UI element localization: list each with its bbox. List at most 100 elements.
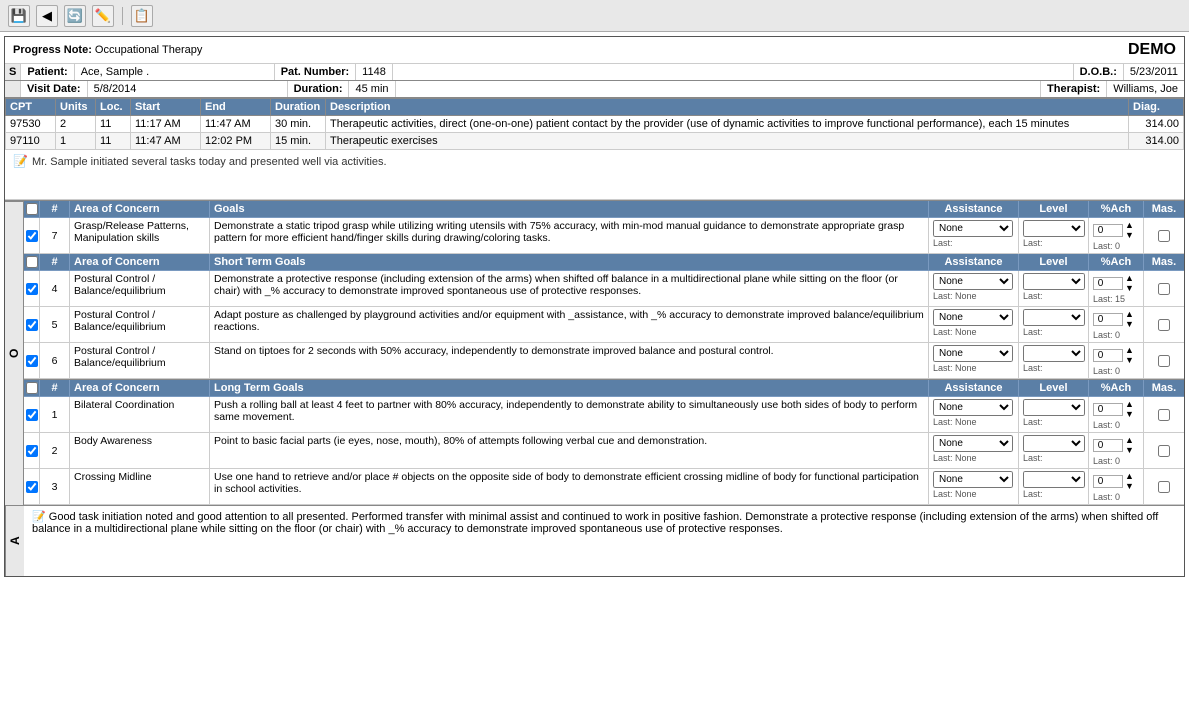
stg0-pct-down[interactable]: ▼ [1124, 283, 1135, 293]
ltg20-pct-input[interactable] [1093, 403, 1123, 416]
stg2-check[interactable] [24, 343, 40, 378]
stg1-checkbox[interactable] [26, 319, 38, 331]
stg2-goal: Stand on tiptoes for 2 seconds with 50% … [210, 343, 929, 378]
stg2-pct-down[interactable]: ▼ [1124, 355, 1135, 365]
col-cpt: CPT [6, 99, 56, 116]
stg1-pct-last: Last: 0 [1093, 330, 1139, 340]
ltg21-num: 2 [40, 433, 70, 468]
ltg21-assistance-select[interactable]: NoneMinModMaxTotal [933, 435, 1013, 452]
ltg21-level-last: Last: [1023, 453, 1084, 463]
ltg2-header-checkbox[interactable] [26, 382, 38, 394]
ltg21-pct-input[interactable] [1093, 439, 1123, 452]
stg-mas: Mas. [1144, 254, 1184, 270]
ltg7-level-select[interactable]: 123 [1023, 220, 1085, 237]
ltg7-pct-down[interactable]: ▼ [1124, 230, 1135, 240]
stg1-pct-up[interactable]: ▲ [1124, 309, 1135, 319]
ltg7-pct-input[interactable] [1093, 224, 1123, 237]
patient-info-row2: Visit Date: 5/8/2014 Duration: 45 min Th… [5, 81, 1184, 98]
ltg21-pct-up[interactable]: ▲ [1124, 435, 1135, 445]
stg2-num: 6 [40, 343, 70, 378]
stg0-pct-up[interactable]: ▲ [1124, 273, 1135, 283]
gh-area: Area of Concern [70, 201, 210, 217]
ltg-header-check[interactable] [26, 203, 38, 215]
stg0-checkbox[interactable] [26, 283, 38, 295]
stg1-level-last: Last: [1023, 327, 1084, 337]
stg2-pct-input[interactable] [1093, 349, 1123, 362]
stg2-level-select[interactable]: 12345 [1023, 345, 1085, 362]
stg-header-checkbox[interactable] [26, 256, 38, 268]
stg1-check[interactable] [24, 307, 40, 342]
ltg22-pct-input[interactable] [1093, 475, 1123, 488]
ltg7-goal: Demonstrate a static tripod grasp while … [210, 218, 929, 253]
col-diag: Diag. [1129, 99, 1184, 116]
stg-rows: 4Postural Control / Balance/equilibriumD… [24, 271, 1184, 379]
ltg20-checkbox[interactable] [26, 409, 38, 421]
stg1-pct-down[interactable]: ▼ [1124, 319, 1135, 329]
ltg22-level-last: Last: [1023, 489, 1084, 499]
ltg22-mas-checkbox[interactable] [1158, 481, 1170, 493]
edit-button[interactable]: ✏️ [92, 5, 114, 27]
stg1-assistance: NoneMinModMaxTotalLast: None [929, 307, 1019, 342]
stg0-pct: ▲▼Last: 15 [1089, 271, 1144, 306]
ltg7-pct-up[interactable]: ▲ [1124, 220, 1135, 230]
stg2-area: Postural Control / Balance/equilibrium [70, 343, 210, 378]
stg1-level-select[interactable]: 12345 [1023, 309, 1085, 326]
ltg7-pct: ▲ ▼ Last: 0 [1089, 218, 1144, 253]
ltg20-check[interactable] [24, 397, 40, 432]
cpt-description-0: Therapeutic activities, direct (one-on-o… [326, 116, 1129, 133]
stg0-assistance-select[interactable]: NoneMinModMaxTotal [933, 273, 1013, 290]
ltg20-mas-checkbox[interactable] [1158, 409, 1170, 421]
back-button[interactable]: ◀ [36, 5, 58, 27]
stg2-checkbox[interactable] [26, 355, 38, 367]
ltg7-pct-last: Last: 0 [1093, 241, 1139, 251]
stg0-level-select[interactable]: 12345 [1023, 273, 1085, 290]
ltg22-pct-down[interactable]: ▼ [1124, 481, 1135, 491]
ltg21-checkbox[interactable] [26, 445, 38, 457]
cpt-duration-0: 30 min. [271, 116, 326, 133]
ltg22-check[interactable] [24, 469, 40, 504]
ltg21-mas-checkbox[interactable] [1158, 445, 1170, 457]
goals-content: # Area of Concern Goals Assistance Level… [24, 201, 1184, 505]
ltg20-area: Bilateral Coordination [70, 397, 210, 432]
ltg2-row-2: 3Crossing MidlineUse one hand to retriev… [24, 469, 1184, 505]
ltg20-level-select[interactable]: 12345 [1023, 399, 1085, 416]
stg1-pct-input[interactable] [1093, 313, 1123, 326]
cpt-cpt-1: 97110 [6, 133, 56, 150]
demo-label: DEMO [1128, 41, 1176, 59]
ltg7-checkbox[interactable] [26, 230, 38, 242]
stg1-assistance-select[interactable]: NoneMinModMaxTotal [933, 309, 1013, 326]
ltg21-level-select[interactable]: 12345 [1023, 435, 1085, 452]
ltg22-level-select[interactable]: 12345 [1023, 471, 1085, 488]
stg2-assistance-select[interactable]: NoneMinModMaxTotal [933, 345, 1013, 362]
stg0-check[interactable] [24, 271, 40, 306]
col-end: End [201, 99, 271, 116]
stg2-mas-checkbox[interactable] [1158, 355, 1170, 367]
ltg21-level: 12345Last: [1019, 433, 1089, 468]
ltg20-pct-up[interactable]: ▲ [1124, 399, 1135, 409]
col-duration: Duration [271, 99, 326, 116]
refresh-button[interactable]: 🔄 [64, 5, 86, 27]
ltg22-checkbox[interactable] [26, 481, 38, 493]
stg1-mas-checkbox[interactable] [1158, 319, 1170, 331]
ltg7-mas-checkbox[interactable] [1158, 230, 1170, 242]
save-button[interactable]: 💾 [8, 5, 30, 27]
ltg22-num: 3 [40, 469, 70, 504]
ltg22-pct-up[interactable]: ▲ [1124, 471, 1135, 481]
ltg7-check[interactable] [24, 218, 40, 253]
stg1-num: 5 [40, 307, 70, 342]
ltg20-assistance-select[interactable]: NoneMinModMaxTotal [933, 399, 1013, 416]
ltg21-pct-down[interactable]: ▼ [1124, 445, 1135, 455]
ltg22-area: Crossing Midline [70, 469, 210, 504]
ltg7-assistance-select[interactable]: NoneMinModMaxTotal [933, 220, 1013, 237]
stg0-mas-checkbox[interactable] [1158, 283, 1170, 295]
ltg22-assistance-select[interactable]: NoneMinModMaxTotal [933, 471, 1013, 488]
stg0-pct-input[interactable] [1093, 277, 1123, 290]
ltg21-check[interactable] [24, 433, 40, 468]
stg2-pct-up[interactable]: ▲ [1124, 345, 1135, 355]
col-loc: Loc. [96, 99, 131, 116]
patient-label: Patient: [21, 64, 74, 80]
ltg20-pct-down[interactable]: ▼ [1124, 409, 1135, 419]
subjective-note-text: Mr. Sample initiated several tasks today… [32, 156, 387, 168]
ltg20-num: 1 [40, 397, 70, 432]
print-button[interactable]: 📋 [131, 5, 153, 27]
